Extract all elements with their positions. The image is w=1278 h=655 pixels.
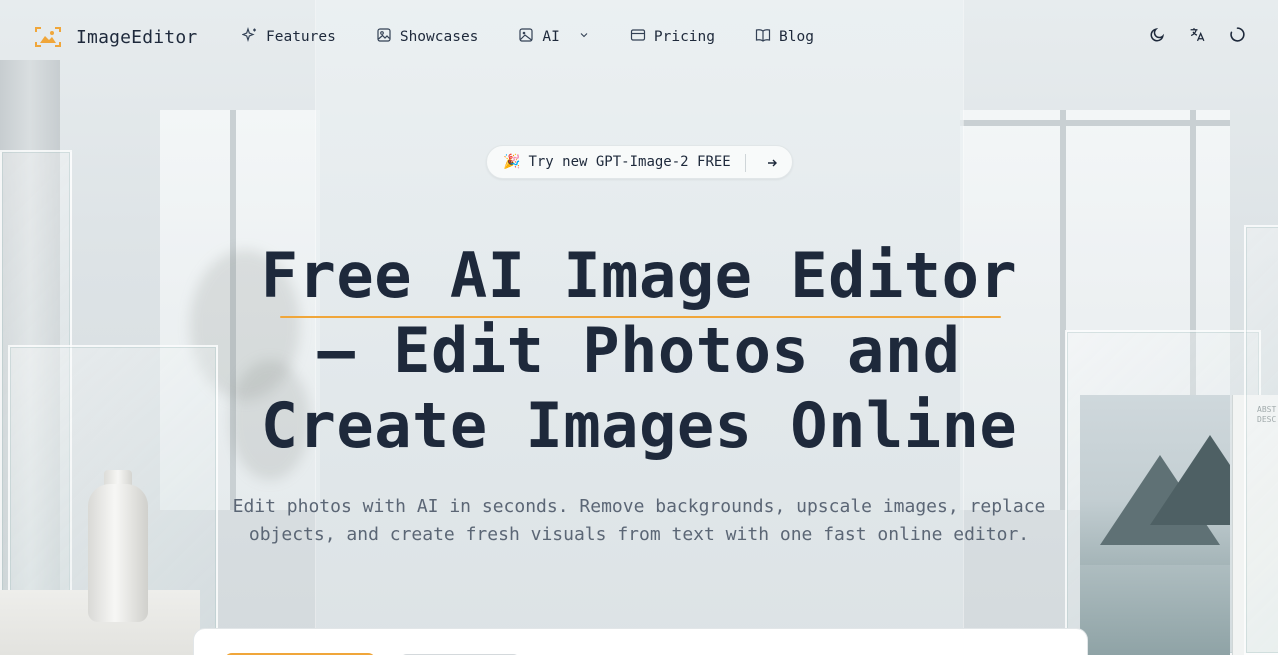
credit-card-icon bbox=[630, 27, 646, 47]
main-nav: Features Showcases AI Pricing Blog bbox=[241, 27, 814, 47]
bottle bbox=[88, 484, 148, 622]
glass-panel bbox=[1244, 225, 1278, 655]
sea bbox=[1080, 565, 1230, 655]
moon-icon bbox=[1149, 26, 1166, 46]
hero-title: Free AI Image Editor – Edit Photos and C… bbox=[200, 238, 1078, 463]
sparkles-icon bbox=[241, 27, 258, 47]
nav-item-pricing[interactable]: Pricing bbox=[630, 27, 715, 47]
nav-item-label: Blog bbox=[779, 29, 814, 45]
hero-subtitle-line: objects, and create fresh visuals from t… bbox=[248, 524, 1030, 545]
image-ai-icon bbox=[518, 27, 534, 47]
nav-item-label: Pricing bbox=[653, 29, 715, 45]
promo-text: Try new GPT-Image-2 FREE bbox=[528, 154, 731, 170]
image-icon bbox=[376, 27, 392, 47]
promo-divider bbox=[745, 154, 746, 172]
brand-logo[interactable]: ImageEditor bbox=[34, 26, 197, 48]
hero-title-line: – Edit Photos and bbox=[317, 314, 961, 387]
landscape-photo bbox=[1080, 395, 1230, 655]
language-switcher-button[interactable] bbox=[1188, 26, 1206, 46]
nav-item-label: Showcases bbox=[399, 29, 479, 45]
title-underline bbox=[280, 316, 1001, 318]
image-frame-icon bbox=[34, 26, 62, 48]
brand-name: ImageEditor bbox=[76, 26, 198, 48]
window-frame bbox=[960, 120, 1230, 126]
nav-item-blog[interactable]: Blog bbox=[755, 27, 814, 47]
nav-item-ai[interactable]: AI bbox=[518, 27, 589, 47]
hero-title-line: Free AI Image Editor bbox=[260, 239, 1018, 312]
nav-item-features[interactable]: Features bbox=[241, 27, 336, 47]
arrow-right-icon bbox=[763, 154, 781, 172]
book-open-icon bbox=[755, 27, 771, 47]
chevron-down-icon bbox=[578, 29, 590, 45]
account-button[interactable] bbox=[1228, 26, 1246, 46]
loading-spinner-icon bbox=[1229, 26, 1246, 46]
site-header: ImageEditor Features Showcases AI Pricin… bbox=[0, 0, 1278, 74]
translate-icon bbox=[1189, 26, 1206, 46]
hero-subtitle-line: Edit photos with AI in seconds. Remove b… bbox=[232, 496, 1046, 517]
editor-panel bbox=[193, 628, 1088, 655]
nav-item-label: Features bbox=[266, 29, 336, 45]
theme-toggle-button[interactable] bbox=[1148, 26, 1166, 46]
header-tools bbox=[1148, 26, 1246, 46]
nav-item-label: AI bbox=[542, 29, 560, 45]
mountain bbox=[1150, 435, 1230, 525]
nav-item-showcases[interactable]: Showcases bbox=[376, 27, 479, 47]
hero-title-line: Create Images Online bbox=[260, 389, 1018, 462]
hero-subtitle: Edit photos with AI in seconds. Remove b… bbox=[220, 493, 1058, 549]
party-popper-icon: 🎉 bbox=[503, 154, 521, 170]
promo-banner[interactable]: 🎉 Try new GPT-Image-2 FREE bbox=[486, 145, 793, 179]
